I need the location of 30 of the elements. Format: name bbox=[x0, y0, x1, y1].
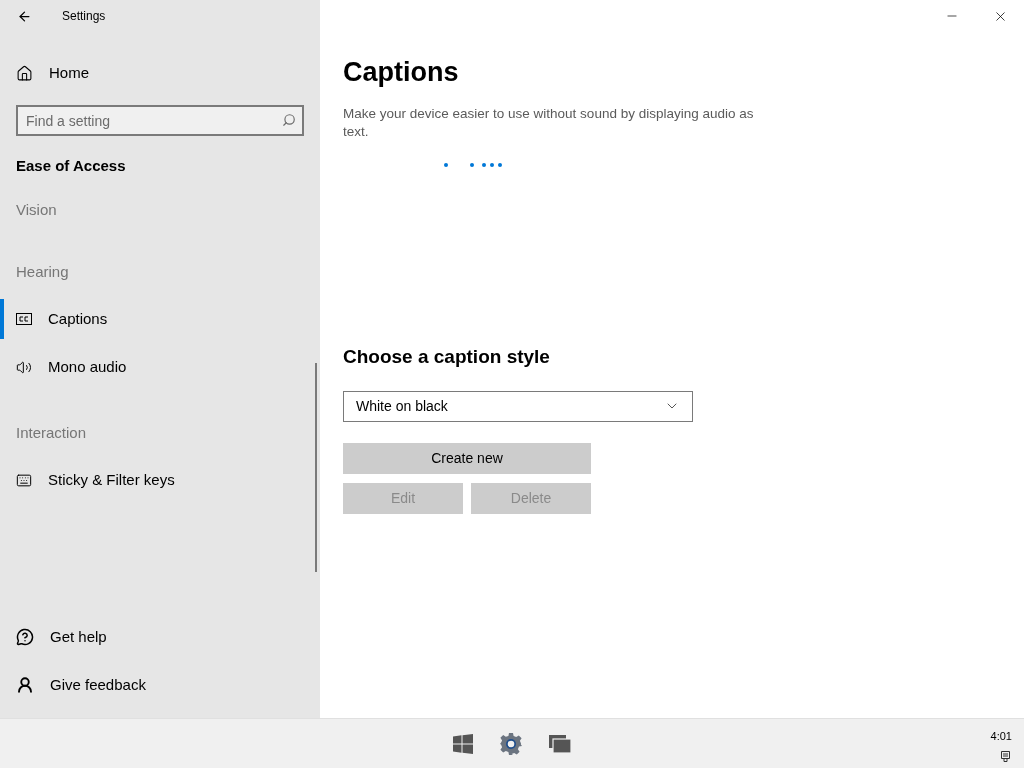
back-arrow-icon bbox=[16, 8, 32, 24]
help-icon bbox=[16, 628, 34, 646]
sidebar-group-label: Interaction bbox=[16, 422, 87, 443]
home-icon bbox=[16, 64, 33, 82]
action-button[interactable]: Create new bbox=[343, 442, 591, 474]
notification-icon[interactable] bbox=[1001, 751, 1010, 762]
sidebar-item[interactable]: Sticky & Filter keys bbox=[0, 460, 320, 500]
clock-time[interactable]: 4:01 bbox=[990, 728, 1012, 745]
person-icon bbox=[16, 676, 34, 694]
page-title: Captions bbox=[343, 55, 460, 89]
window-title: Settings bbox=[62, 8, 106, 24]
scrollbar[interactable] bbox=[315, 363, 317, 572]
sidebar-group-label: Vision bbox=[16, 199, 57, 220]
page-description: Make your device easier to use without sound by displaying audio as text. bbox=[343, 105, 755, 141]
search-field[interactable]: Find a setting bbox=[16, 105, 304, 136]
sidebar-link[interactable]: Give feedback bbox=[0, 665, 320, 705]
section-heading: Choose a caption style bbox=[343, 345, 551, 369]
task-view-icon[interactable] bbox=[549, 734, 571, 753]
gear-icon[interactable] bbox=[499, 731, 523, 756]
sidebar-link[interactable]: Get help bbox=[0, 617, 320, 657]
captions-icon bbox=[16, 313, 32, 325]
windows-logo-icon[interactable] bbox=[453, 733, 473, 754]
home-item[interactable]: Home bbox=[0, 53, 320, 93]
sidebar-item[interactable]: Captions bbox=[0, 299, 320, 339]
sidebar-group-label: Hearing bbox=[16, 261, 69, 282]
section-title: Ease of Access bbox=[16, 155, 126, 176]
search-icon bbox=[282, 113, 296, 127]
sidebar-item[interactable]: Mono audio bbox=[0, 347, 320, 387]
caption-style-dropdown[interactable]: White on black bbox=[343, 390, 693, 422]
loading-dots-icon bbox=[443, 162, 505, 168]
